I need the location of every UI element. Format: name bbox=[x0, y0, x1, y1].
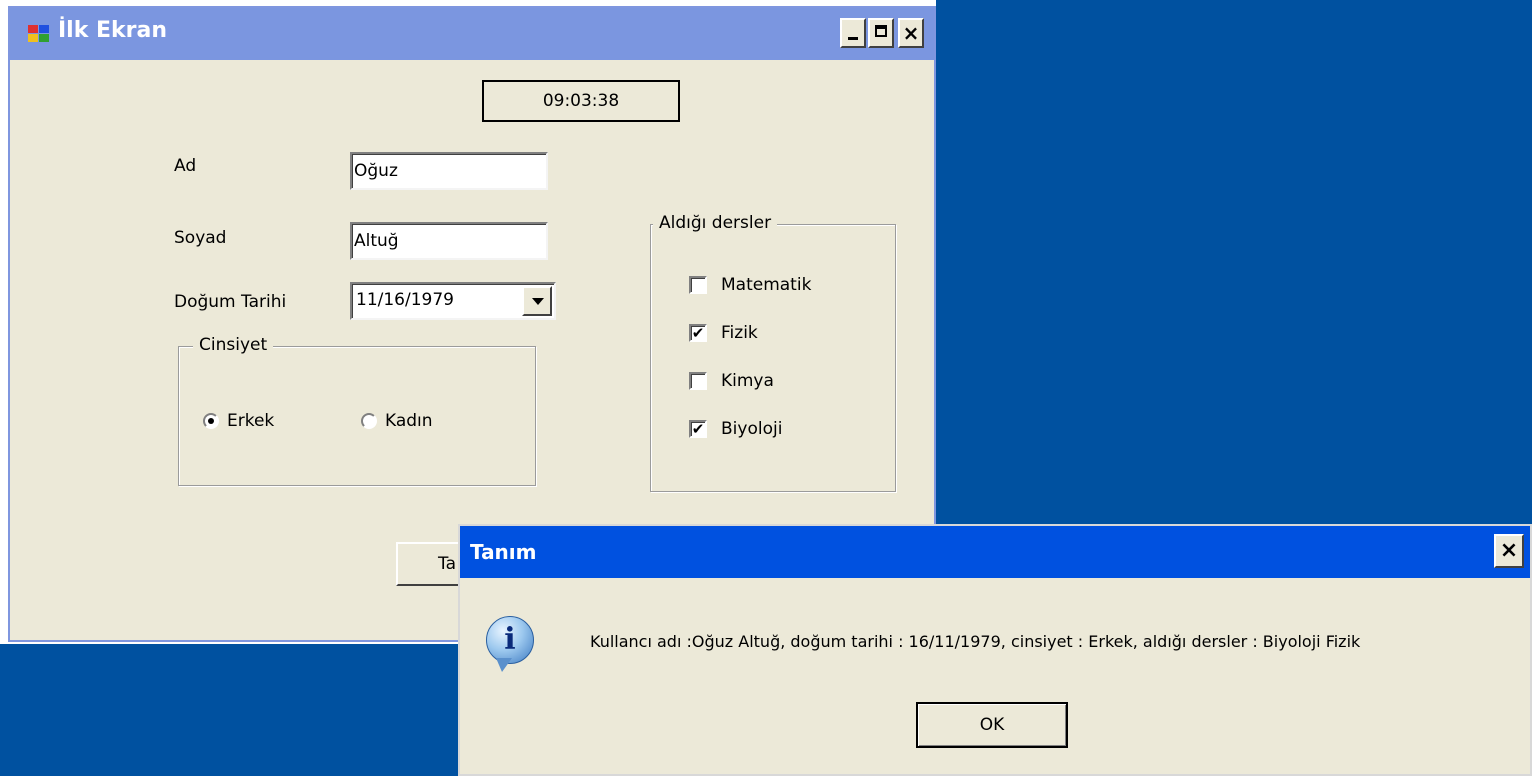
radio-erkek-indicator[interactable] bbox=[203, 413, 219, 429]
app-window-icon[interactable] bbox=[28, 25, 50, 43]
checkbox-biyoloji[interactable]: ✔ Biyoloji bbox=[689, 419, 782, 439]
checkbox-matematik[interactable]: Matematik bbox=[689, 275, 811, 295]
dropdown-button[interactable] bbox=[522, 286, 552, 316]
soyad-label: Soyad bbox=[174, 228, 227, 248]
radio-kadin[interactable]: Kadın bbox=[361, 411, 433, 431]
checkbox-kimya[interactable]: Kimya bbox=[689, 371, 774, 391]
checkbox-biyoloji-label: Biyoloji bbox=[721, 419, 783, 439]
dogum-tarihi-value: 11/16/1979 bbox=[356, 290, 454, 310]
dialog-title: Tanım bbox=[470, 540, 537, 564]
checkbox-kimya-label: Kimya bbox=[721, 371, 774, 391]
maximize-icon bbox=[875, 25, 887, 37]
checkbox-fizik[interactable]: ✔ Fizik bbox=[689, 323, 758, 343]
dialog-title-bar[interactable]: Tanım × bbox=[460, 526, 1530, 578]
radio-kadin-label: Kadın bbox=[385, 411, 433, 431]
ad-input[interactable]: Oğuz bbox=[350, 152, 548, 190]
minimize-icon bbox=[848, 37, 858, 40]
dogum-tarihi-picker[interactable]: 11/16/1979 bbox=[350, 282, 556, 320]
checkbox-fizik-label: Fizik bbox=[721, 323, 758, 343]
minimize-button[interactable] bbox=[840, 18, 866, 48]
dersler-group-title: Aldığı dersler bbox=[653, 213, 778, 233]
dersler-group: Aldığı dersler Matematik ✔ Fizik Kimya ✔… bbox=[650, 213, 896, 492]
main-title-bar[interactable]: İlk Ekran × bbox=[10, 8, 934, 60]
checkbox-kimya-box[interactable] bbox=[689, 372, 707, 390]
checkbox-matematik-label: Matematik bbox=[721, 275, 812, 295]
chevron-down-icon bbox=[532, 298, 544, 305]
desktop-background bbox=[936, 0, 1532, 524]
soyad-input-value: Altuğ bbox=[354, 231, 399, 251]
message-dialog: Tanım × i Kullancı adı :Oğuz Altuğ, doğu… bbox=[458, 524, 1532, 776]
ok-button[interactable]: OK bbox=[916, 702, 1068, 748]
checkbox-biyoloji-box[interactable]: ✔ bbox=[689, 420, 707, 438]
maximize-button[interactable] bbox=[868, 18, 894, 48]
dogum-tarihi-label: Doğum Tarihi bbox=[174, 292, 287, 312]
cinsiyet-group-title: Cinsiyet bbox=[193, 335, 274, 355]
radio-kadin-indicator[interactable] bbox=[361, 413, 377, 429]
cinsiyet-group: Cinsiyet Erkek Kadın bbox=[178, 335, 536, 486]
checkbox-matematik-box[interactable] bbox=[689, 276, 707, 294]
radio-erkek-label: Erkek bbox=[227, 411, 275, 431]
desktop-background bbox=[0, 644, 458, 776]
info-icon: i bbox=[486, 616, 534, 664]
dialog-message: Kullancı adı :Oğuz Altuğ, doğum tarihi :… bbox=[590, 632, 1361, 651]
ad-label: Ad bbox=[174, 156, 197, 176]
soyad-input[interactable]: Altuğ bbox=[350, 222, 548, 260]
window-title: İlk Ekran bbox=[58, 18, 168, 43]
info-icon-tail bbox=[496, 658, 512, 672]
clock-display: 09:03:38 bbox=[482, 80, 680, 122]
close-icon: × bbox=[1499, 538, 1519, 563]
dialog-close-button[interactable]: × bbox=[1494, 534, 1524, 568]
close-icon: × bbox=[902, 21, 920, 45]
checkbox-fizik-box[interactable]: ✔ bbox=[689, 324, 707, 342]
ad-input-value: Oğuz bbox=[354, 161, 398, 181]
radio-erkek[interactable]: Erkek bbox=[203, 411, 274, 431]
close-button[interactable]: × bbox=[898, 18, 924, 48]
